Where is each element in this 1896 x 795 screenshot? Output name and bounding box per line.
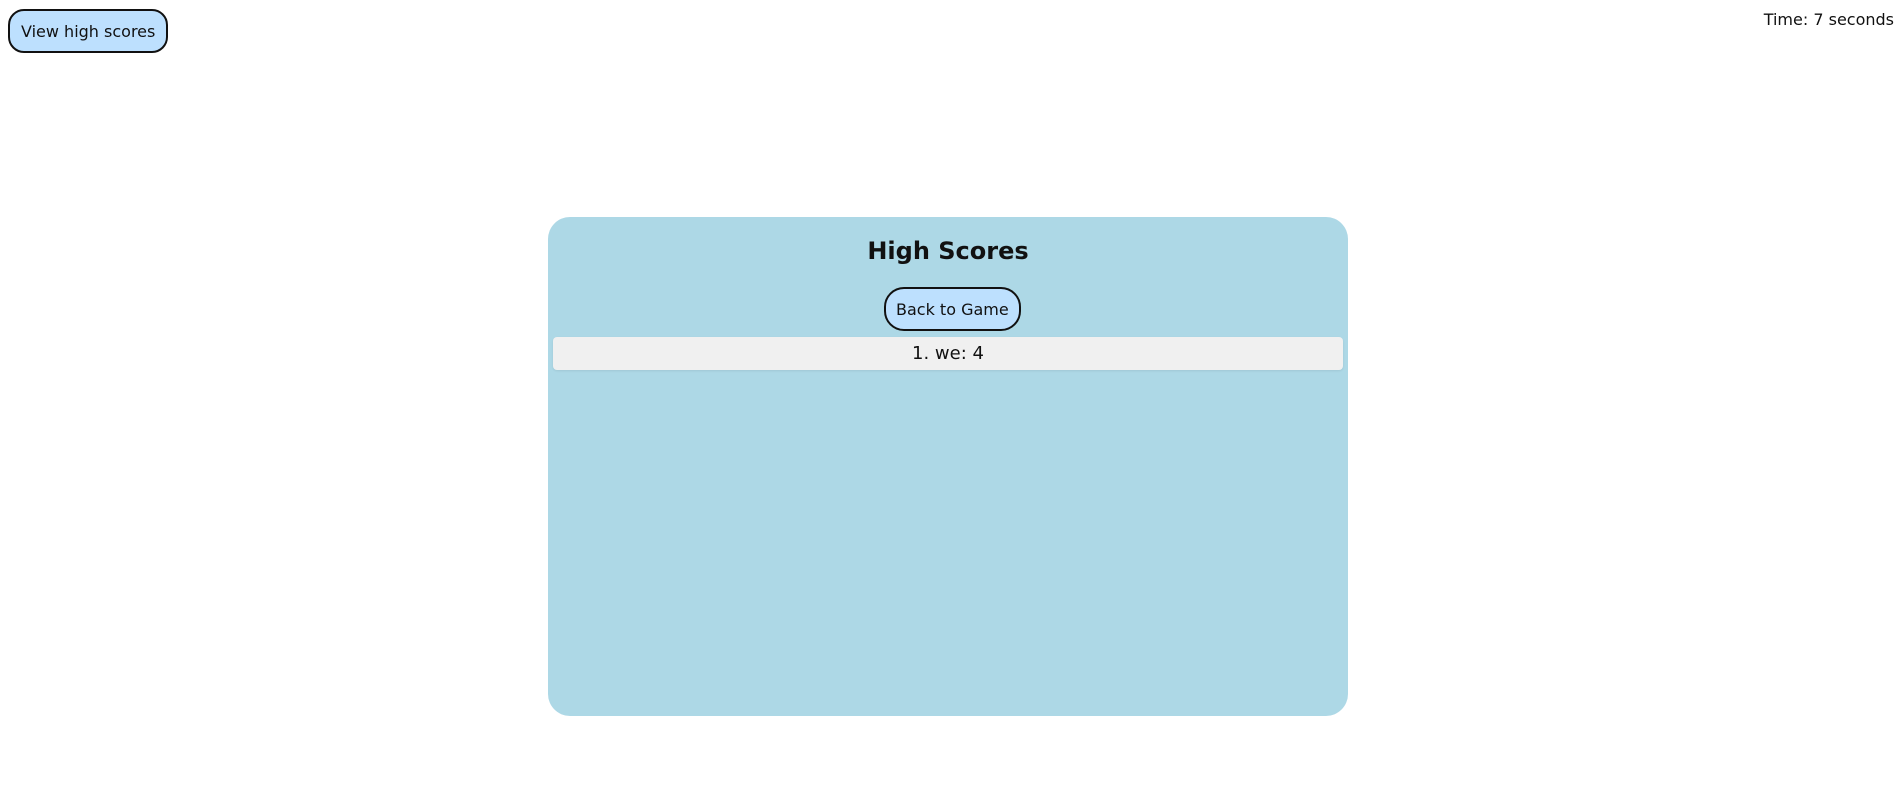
panel-title: High Scores xyxy=(867,237,1029,265)
timer-display: Time: 7 seconds xyxy=(1763,10,1894,29)
score-item: 1. we: 4 xyxy=(553,337,1343,370)
back-to-game-button[interactable]: Back to Game xyxy=(884,287,1021,331)
score-list: 1. we: 4 xyxy=(553,337,1343,370)
high-scores-panel: High Scores Back to Game 1. we: 4 xyxy=(548,217,1348,716)
view-high-scores-button[interactable]: View high scores xyxy=(8,9,169,53)
